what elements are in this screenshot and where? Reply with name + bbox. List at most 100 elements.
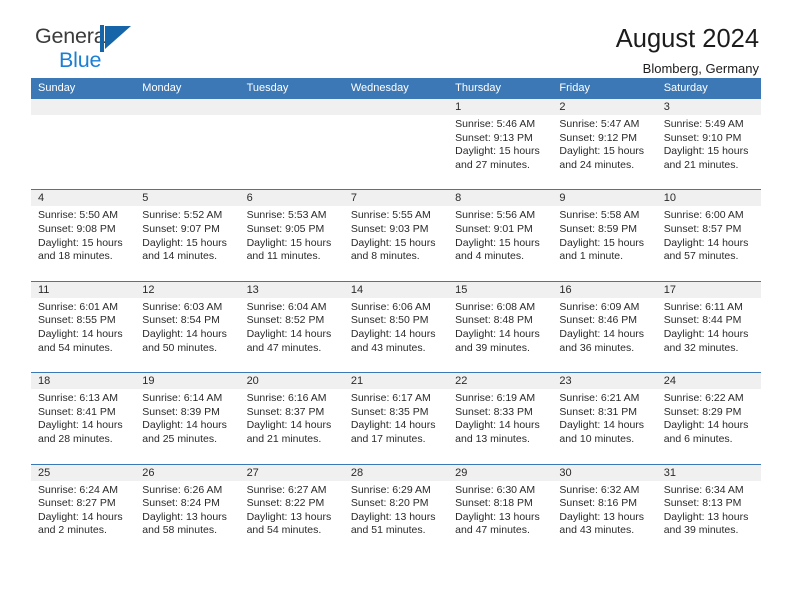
- day-daylight2-text: and 14 minutes.: [142, 250, 217, 263]
- day-number: 10: [656, 190, 761, 207]
- day-sunrise-text: Sunrise: 6:04 AM: [246, 300, 327, 313]
- day-number: 13: [239, 281, 344, 298]
- day-daylight2-text: and 32 minutes.: [663, 341, 739, 354]
- calendar-day-cell[interactable]: 22 Sunrise: 6:19 AM Sunset: 8:33 PM Dayligh…: [448, 373, 553, 464]
- day-sunset-text: Sunset: 8:29 PM: [663, 405, 742, 418]
- day-daylight1-text: Daylight: 14 hours: [350, 419, 436, 432]
- day-daylight2-text: and 47 minutes.: [246, 341, 322, 354]
- calendar-day-cell[interactable]: 11 Sunrise: 6:01 AM Sunset: 8:55 PM Dayligh…: [31, 281, 136, 373]
- day-sunset-text: Sunset: 8:46 PM: [559, 314, 638, 327]
- day-sunrise-text: Sunrise: 6:09 AM: [559, 300, 640, 313]
- calendar-day-cell[interactable]: 24 Sunrise: 6:22 AM Sunset: 8:29 PM Dayligh…: [656, 373, 761, 464]
- calendar-day-cell[interactable]: 30 Sunrise: 6:32 AM Sunset: 8:16 PM Dayligh…: [552, 464, 657, 555]
- day-sunset-text: Sunset: 8:24 PM: [142, 497, 220, 510]
- day-sunset-text: Sunset: 8:13 PM: [663, 497, 742, 510]
- day-sunset-text: Sunset: 8:59 PM: [559, 222, 638, 235]
- day-sunset-text: Sunset: 8:41 PM: [38, 405, 116, 418]
- weekday-header-row: Sunday Monday Tuesday Wednesday Thursday Frid…: [31, 78, 761, 99]
- day-sunset-text: Sunset: 9:13 PM: [455, 131, 533, 144]
- day-sunrise-text: Sunrise: 6:19 AM: [455, 392, 536, 405]
- day-number: 8: [448, 190, 553, 207]
- day-number: 26: [135, 464, 240, 481]
- day-number: [239, 99, 344, 115]
- calendar-day-cell[interactable]: 25 Sunrise: 6:24 AM Sunset: 8:27 PM Dayligh…: [31, 464, 136, 555]
- day-info: Sunrise: 5:56 AM Sunset: 9:01 PM Daylight:…: [448, 206, 552, 263]
- day-daylight2-text: and 6 minutes.: [663, 432, 733, 445]
- calendar-day-cell[interactable]: 20 Sunrise: 6:16 AM Sunset: 8:37 PM Dayligh…: [239, 373, 344, 464]
- calendar-day-cell[interactable]: 23 Sunrise: 6:21 AM Sunset: 8:31 PM Dayligh…: [552, 373, 657, 464]
- day-daylight1-text: Daylight: 14 hours: [663, 419, 749, 432]
- calendar-day-cell[interactable]: 14 Sunrise: 6:06 AM Sunset: 8:50 PM Dayligh…: [343, 281, 449, 373]
- day-sunrise-text: Sunrise: 5:56 AM: [455, 209, 536, 222]
- calendar-day-cell[interactable]: 3 Sunrise: 5:49 AM Sunset: 9:10 PM Daylight…: [656, 99, 761, 190]
- day-sunrise-text: Sunrise: 5:53 AM: [246, 209, 327, 222]
- day-sunset-text: Sunset: 8:18 PM: [455, 497, 533, 510]
- day-number: 14: [343, 281, 449, 298]
- day-daylight1-text: Daylight: 14 hours: [246, 419, 332, 432]
- calendar-day-cell[interactable]: 26 Sunrise: 6:26 AM Sunset: 8:24 PM Dayligh…: [135, 464, 240, 555]
- day-sunset-text: Sunset: 8:54 PM: [142, 314, 220, 327]
- day-daylight1-text: Daylight: 13 hours: [455, 510, 540, 523]
- calendar-day-cell[interactable]: 13 Sunrise: 6:04 AM Sunset: 8:52 PM Dayligh…: [239, 281, 344, 373]
- day-daylight1-text: Daylight: 15 hours: [559, 236, 645, 249]
- day-number: 5: [135, 190, 240, 207]
- calendar-day-cell[interactable]: 1 Sunrise: 5:46 AM Sunset: 9:13 PM Daylight…: [448, 99, 553, 190]
- day-daylight1-text: Daylight: 14 hours: [142, 327, 227, 340]
- calendar-day-cell[interactable]: 2 Sunrise: 5:47 AM Sunset: 9:12 PM Daylight…: [552, 99, 657, 190]
- calendar-day-cell[interactable]: 5 Sunrise: 5:52 AM Sunset: 9:07 PM Daylight…: [135, 190, 240, 281]
- calendar-day-cell[interactable]: 4 Sunrise: 5:50 AM Sunset: 9:08 PM Daylight…: [31, 190, 136, 281]
- day-info: Sunrise: 6:00 AM Sunset: 8:57 PM Daylight:…: [657, 206, 761, 263]
- calendar-day-cell[interactable]: 19 Sunrise: 6:14 AM Sunset: 8:39 PM Dayligh…: [135, 373, 240, 464]
- calendar-day-cell[interactable]: 27 Sunrise: 6:27 AM Sunset: 8:22 PM Dayligh…: [239, 464, 344, 555]
- day-sunset-text: Sunset: 8:31 PM: [559, 405, 638, 418]
- day-number: 30: [552, 464, 657, 481]
- brand-logo[interactable]: General Blue: [31, 25, 205, 74]
- page-title: August 2024: [615, 25, 759, 53]
- day-sunrise-text: Sunrise: 6:29 AM: [350, 483, 431, 496]
- day-daylight2-text: and 18 minutes.: [38, 250, 113, 263]
- day-sunrise-text: Sunrise: 5:47 AM: [559, 118, 640, 130]
- calendar-day-cell[interactable]: 17 Sunrise: 6:11 AM Sunset: 8:44 PM Dayligh…: [656, 281, 761, 373]
- weekday-header-tuesday: Tuesday: [246, 82, 289, 94]
- day-sunset-text: Sunset: 9:05 PM: [246, 222, 325, 235]
- day-daylight2-text: and 17 minutes.: [350, 432, 426, 445]
- day-daylight1-text: Daylight: 14 hours: [38, 419, 123, 432]
- calendar-day-cell[interactable]: 31 Sunrise: 6:34 AM Sunset: 8:13 PM Dayligh…: [656, 464, 761, 555]
- day-daylight1-text: Daylight: 13 hours: [350, 510, 436, 523]
- calendar-day-cell[interactable]: 21 Sunrise: 6:17 AM Sunset: 8:35 PM Dayligh…: [343, 373, 449, 464]
- weekday-header-sunday: Sunday: [38, 82, 76, 94]
- day-daylight2-text: and 50 minutes.: [142, 341, 217, 354]
- day-daylight1-text: Daylight: 14 hours: [559, 327, 645, 340]
- calendar-day-cell[interactable]: 29 Sunrise: 6:30 AM Sunset: 8:18 PM Dayligh…: [448, 464, 553, 555]
- day-sunset-text: Sunset: 8:20 PM: [350, 497, 429, 510]
- day-info: Sunrise: 5:55 AM Sunset: 9:03 PM Daylight:…: [344, 206, 448, 263]
- calendar-day-cell[interactable]: 6 Sunrise: 5:53 AM Sunset: 9:05 PM Daylight…: [239, 190, 344, 281]
- weekday-header-saturday: Saturday: [663, 82, 708, 94]
- day-sunrise-text: Sunrise: 6:27 AM: [246, 483, 327, 496]
- day-daylight2-text: and 27 minutes.: [455, 158, 530, 171]
- calendar-day-cell[interactable]: 16 Sunrise: 6:09 AM Sunset: 8:46 PM Dayligh…: [552, 281, 657, 373]
- calendar-day-cell[interactable]: 12 Sunrise: 6:03 AM Sunset: 8:54 PM Dayligh…: [135, 281, 240, 373]
- day-daylight2-text: and 39 minutes.: [455, 341, 530, 354]
- day-info: Sunrise: 6:03 AM Sunset: 8:54 PM Daylight:…: [135, 298, 239, 355]
- day-sunrise-text: Sunrise: 6:24 AM: [38, 483, 118, 496]
- day-daylight2-text: and 2 minutes.: [38, 524, 107, 537]
- calendar-day-cell-empty: [135, 99, 240, 190]
- calendar-day-cell[interactable]: 9 Sunrise: 5:58 AM Sunset: 8:59 PM Daylight…: [552, 190, 657, 281]
- day-sunset-text: Sunset: 9:01 PM: [455, 222, 533, 235]
- calendar-day-cell[interactable]: 15 Sunrise: 6:08 AM Sunset: 8:48 PM Dayligh…: [448, 281, 553, 373]
- calendar-day-cell[interactable]: 10 Sunrise: 6:00 AM Sunset: 8:57 PM Dayligh…: [656, 190, 761, 281]
- day-info: Sunrise: 6:08 AM Sunset: 8:48 PM Daylight:…: [448, 298, 552, 355]
- calendar-day-cell[interactable]: 8 Sunrise: 5:56 AM Sunset: 9:01 PM Daylight…: [448, 190, 553, 281]
- day-info: Sunrise: 6:13 AM Sunset: 8:41 PM Daylight:…: [31, 389, 135, 446]
- calendar-day-cell[interactable]: 7 Sunrise: 5:55 AM Sunset: 9:03 PM Daylight…: [343, 190, 449, 281]
- day-number: 7: [343, 190, 449, 207]
- calendar-day-cell[interactable]: 18 Sunrise: 6:13 AM Sunset: 8:41 PM Dayligh…: [31, 373, 136, 464]
- day-sunset-text: Sunset: 9:10 PM: [663, 131, 742, 144]
- day-number: 16: [552, 281, 657, 298]
- day-daylight1-text: Daylight: 13 hours: [142, 510, 227, 523]
- day-number: 29: [448, 464, 553, 481]
- day-info: Sunrise: 5:52 AM Sunset: 9:07 PM Daylight:…: [135, 206, 239, 263]
- calendar-day-cell[interactable]: 28 Sunrise: 6:29 AM Sunset: 8:20 PM Dayligh…: [343, 464, 449, 555]
- day-daylight1-text: Daylight: 15 hours: [559, 145, 645, 158]
